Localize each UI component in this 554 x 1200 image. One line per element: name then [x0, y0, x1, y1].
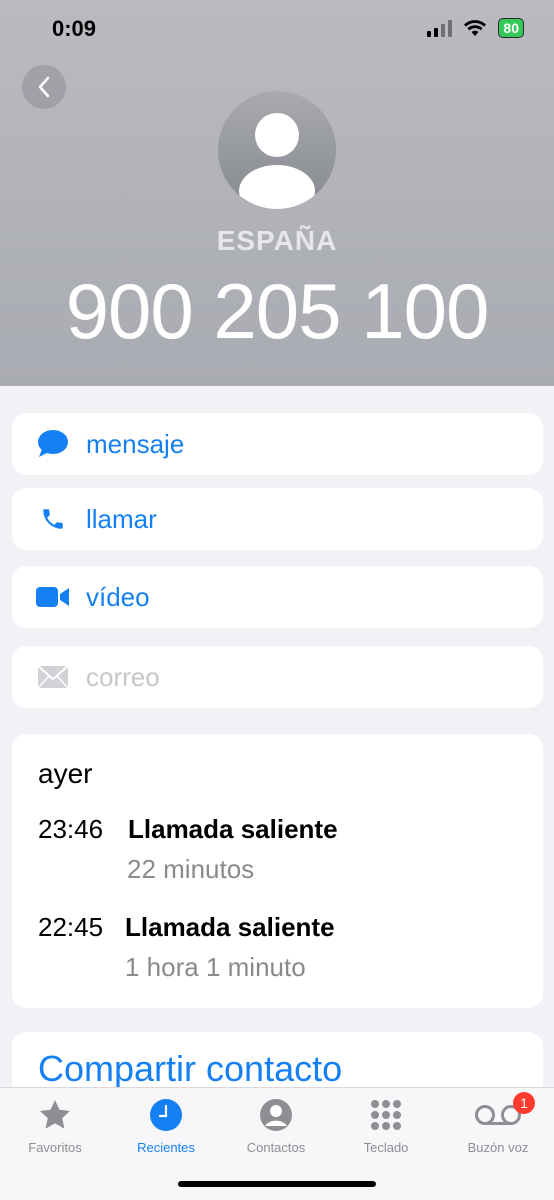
back-button[interactable]: [22, 65, 66, 109]
battery-level: 80: [503, 20, 519, 36]
call-time: 23:46: [38, 814, 104, 844]
person-silhouette-icon: [239, 113, 315, 209]
clock-icon: [111, 1096, 221, 1134]
tab-recientes[interactable]: Recientes: [111, 1096, 221, 1155]
keypad-icon: [331, 1096, 441, 1134]
tab-favoritos[interactable]: Favoritos: [0, 1096, 110, 1155]
star-icon: [0, 1096, 110, 1134]
home-indicator: [178, 1181, 376, 1187]
contact-number: 900 205 100: [65, 267, 490, 355]
video-label: vídeo: [86, 581, 150, 612]
history-date: ayer: [38, 758, 93, 789]
envelope-icon: [34, 665, 72, 689]
voicemail-badge: 1: [513, 1092, 535, 1114]
chevron-left-icon: [38, 76, 50, 98]
status-indicators: 80: [427, 18, 524, 38]
tab-label: Teclado: [363, 1140, 409, 1155]
email-label: correo: [86, 661, 160, 692]
cellular-signal-icon: [427, 19, 453, 37]
video-action[interactable]: vídeo: [12, 566, 543, 628]
tab-teclado[interactable]: Teclado: [331, 1096, 441, 1155]
call-time: 22:45: [38, 912, 104, 942]
status-time: 0:09: [52, 16, 97, 41]
message-action[interactable]: mensaje: [12, 413, 543, 475]
tab-label: Contactos: [246, 1140, 306, 1155]
contact-avatar: [218, 91, 336, 209]
call-duration: 1 hora 1 minuto: [125, 952, 306, 982]
message-label: mensaje: [86, 428, 185, 459]
wifi-icon: [464, 19, 487, 36]
call-action[interactable]: llamar: [12, 488, 543, 550]
tab-label: Favoritos: [28, 1140, 82, 1155]
contact-header: 0:09 80 ESPAÑA 900 205 100: [0, 0, 554, 386]
tab-label: Recientes: [137, 1140, 195, 1155]
voicemail-icon: [443, 1096, 553, 1134]
tab-label: Buzón voz: [467, 1140, 529, 1155]
call-history-card: ayer 23:46 Llamada saliente 22 minutos 2…: [12, 734, 543, 1008]
video-camera-icon: [34, 586, 72, 608]
tab-buzon-voz[interactable]: 1 Buzón voz: [443, 1092, 553, 1155]
battery-indicator: 80: [498, 18, 524, 38]
tab-contactos[interactable]: Contactos: [221, 1096, 331, 1155]
phone-icon: [34, 506, 72, 532]
call-type: Llamada saliente: [125, 912, 335, 942]
call-label: llamar: [86, 503, 157, 534]
message-bubble-icon: [34, 429, 72, 459]
call-duration: 22 minutos: [127, 854, 255, 884]
call-type: Llamada saliente: [128, 814, 338, 844]
contact-country: ESPAÑA: [216, 225, 338, 256]
share-contact-button[interactable]: Compartir contacto: [38, 1048, 342, 1090]
person-circle-icon: [221, 1096, 331, 1134]
email-action: correo: [12, 646, 543, 708]
